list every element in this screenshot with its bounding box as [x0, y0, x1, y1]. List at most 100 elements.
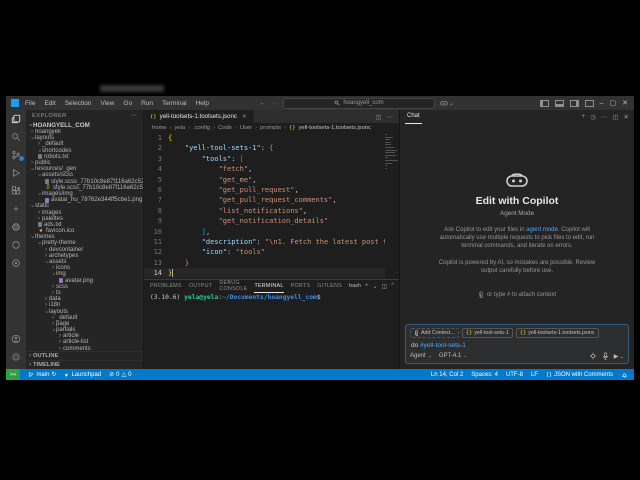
bottom-panel: PROBLEMS OUTPUT DEBUG CONSOLE TERMINAL PORTS… — [144, 279, 403, 369]
remote-indicator[interactable]: >< — [6, 369, 21, 380]
run-debug-icon[interactable] — [11, 167, 22, 178]
menu-help[interactable]: Help — [196, 100, 209, 107]
plus-view-icon[interactable]: + — [11, 203, 22, 214]
chat-subtitle: Agent Mode — [500, 210, 534, 217]
notifications-bell-icon[interactable] — [621, 371, 628, 379]
more-actions-icon[interactable]: ⋯ — [387, 113, 394, 121]
terminal-dropdown-icon[interactable]: ⌄ — [373, 283, 378, 290]
menu-view[interactable]: View — [100, 100, 114, 107]
tab-chat[interactable]: Chat — [405, 110, 422, 124]
tools-icon[interactable] — [589, 352, 597, 360]
circle-view-icon-1[interactable] — [11, 239, 22, 250]
agent-mode-link[interactable]: agent mode — [526, 227, 558, 233]
chevron-icon: › — [29, 236, 35, 239]
model-picker[interactable]: GPT-4.1 ⌄ — [439, 353, 468, 359]
breadcrumb-item[interactable]: Code — [218, 125, 232, 131]
menu-go[interactable]: Go — [123, 100, 132, 107]
code-line-7: 7 "get_pull_request_comments", — [157, 196, 337, 205]
minimap[interactable] — [385, 134, 398, 170]
microphone-icon[interactable] — [602, 352, 609, 360]
toggle-primary-sidebar-icon[interactable] — [539, 99, 549, 107]
command-center-search[interactable]: hoangyell_com — [283, 97, 435, 109]
breadcrumb-item[interactable]: .config — [193, 125, 210, 131]
chevron-icon: › — [59, 339, 61, 346]
text-cursor — [172, 269, 174, 278]
breadcrumb-item[interactable]: prompts — [260, 125, 281, 131]
outline-section[interactable]: › OUTLINE — [26, 351, 143, 360]
encoding-item[interactable]: UTF-8 — [506, 372, 523, 378]
context-pill-yell-tool-sets-1[interactable]: {} yell-tool-sets-1 — [461, 328, 513, 338]
new-terminal-icon[interactable]: + — [365, 283, 369, 289]
more-actions-icon[interactable]: ⋯ — [131, 113, 137, 119]
menu-terminal[interactable]: Terminal — [162, 100, 187, 107]
forward-icon[interactable]: → — [271, 100, 278, 107]
breadcrumb-item[interactable]: User — [240, 125, 252, 131]
problems-item[interactable]: ⊘ 0 △ 0 — [109, 371, 131, 379]
filled-circle-view-icon[interactable] — [11, 221, 22, 232]
customize-layout-icon[interactable] — [584, 99, 594, 107]
screen-artifact — [100, 85, 164, 92]
code-editor[interactable]: 1{2 "yell-tool-sets-1": {3 "tools": [4 "… — [144, 132, 399, 279]
new-chat-icon[interactable]: + — [581, 113, 585, 120]
add-context-button[interactable]: Add Context... — [410, 328, 459, 338]
indentation-item[interactable]: Spaces: 4 — [471, 372, 498, 378]
maximize-panel-icon[interactable]: ^ — [391, 283, 394, 289]
launchpad-item[interactable]: ▲ Launchpad — [63, 371, 101, 379]
chevron-icon: › — [45, 252, 47, 259]
minimize-button[interactable]: – — [600, 100, 604, 107]
context-pill-yell-toolsets-1.toolsets.jsonc[interactable]: {} yell-toolsets-1.toolsets.jsonc — [515, 328, 599, 338]
shell-label[interactable]: bash — [349, 283, 361, 289]
paperclip-icon — [415, 329, 418, 336]
sidebar-title: EXPLORER — [32, 112, 67, 119]
split-terminal-icon[interactable]: ◫ — [382, 283, 388, 290]
back-icon[interactable]: ← — [259, 100, 266, 107]
extensions-icon[interactable] — [11, 185, 22, 196]
circle-view-icon-2[interactable] — [11, 257, 22, 268]
close-button[interactable]: ✕ — [622, 99, 628, 107]
toggle-secondary-sidebar-icon[interactable] — [569, 99, 579, 107]
split-editor-icon[interactable]: ◫ — [375, 113, 381, 121]
chat-input-box[interactable]: Add Context... {} yell-tool-sets-1{} yell-… — [405, 324, 629, 364]
mode-picker[interactable]: Agent ⌄ — [410, 353, 432, 359]
menu-edit[interactable]: Edit — [44, 100, 55, 107]
send-button[interactable]: ▶ ⌄ — [614, 353, 624, 360]
chevron-icon: › — [31, 160, 33, 167]
terminal[interactable]: (3.10.6) yela@yela:~/Documents/hoangyell… — [144, 292, 399, 369]
copilot-menu-button[interactable]: ⌄ — [440, 100, 454, 107]
vscode-window: File Edit Selection View Go Run Terminal Help ←… — [6, 96, 634, 380]
chevron-down-icon: ⌄ — [463, 353, 468, 359]
source-control-icon[interactable] — [11, 149, 24, 161]
search-view-icon[interactable] — [11, 131, 22, 142]
main-area: + EXPLORER ⋯ › HOANGYELL_COM › hoangyell… — [6, 110, 634, 369]
timeline-section[interactable]: › TIMELINE — [26, 360, 143, 369]
chat-history-icon[interactable]: ◷ — [590, 113, 596, 121]
language-mode-item[interactable]: {} JSON with Comments — [546, 372, 613, 378]
more-actions-icon[interactable]: ⋯ — [601, 113, 608, 121]
status-bar: >< main ↻ ▲ Launchpad ⊘ 0 △ 0 Ln 14, Col 2 S… — [6, 369, 634, 380]
toggle-panel-icon[interactable] — [554, 99, 564, 107]
close-tab-icon[interactable]: ✕ — [242, 114, 247, 120]
explorer-icon[interactable] — [11, 113, 22, 124]
account-icon[interactable] — [11, 333, 22, 344]
tab-yell-toolsets-jsonc[interactable]: {} yell-toolsets-1.toolsets.jsonc ✕ — [144, 110, 254, 123]
chat-input-text[interactable]: do #yell-tool-sets-1 — [411, 342, 623, 349]
chat-description: Ask Copilot to edit your files in agent … — [439, 227, 595, 249]
title-bar: File Edit Selection View Go Run Terminal Help ←… — [6, 96, 634, 110]
menu-run[interactable]: Run — [141, 100, 153, 107]
open-in-editor-icon[interactable]: ◫ — [612, 113, 618, 121]
menu-selection[interactable]: Selection — [65, 100, 92, 107]
breadcrumb-file[interactable]: yell-toolsets-1.toolsets.jsonc — [299, 125, 372, 131]
git-branch-item[interactable]: main ↻ — [28, 371, 56, 378]
vscode-logo-icon — [11, 99, 19, 107]
breadcrumb-item[interactable]: home — [152, 125, 167, 131]
restore-button[interactable]: ▢ — [610, 99, 617, 107]
workspace-root-folder[interactable]: › HOANGYELL_COM — [26, 121, 143, 129]
settings-gear-icon[interactable] — [11, 351, 22, 362]
eol-item[interactable]: LF — [531, 372, 538, 378]
close-chat-icon[interactable]: ✕ — [624, 113, 629, 121]
menu-bar: File Edit Selection View Go Run Terminal Help — [25, 100, 209, 107]
menu-file[interactable]: File — [25, 100, 35, 107]
cursor-position-item[interactable]: Ln 14, Col 2 — [431, 372, 463, 378]
breadcrumb-item[interactable]: yela — [174, 125, 185, 131]
chevron-icon: › — [52, 289, 54, 296]
